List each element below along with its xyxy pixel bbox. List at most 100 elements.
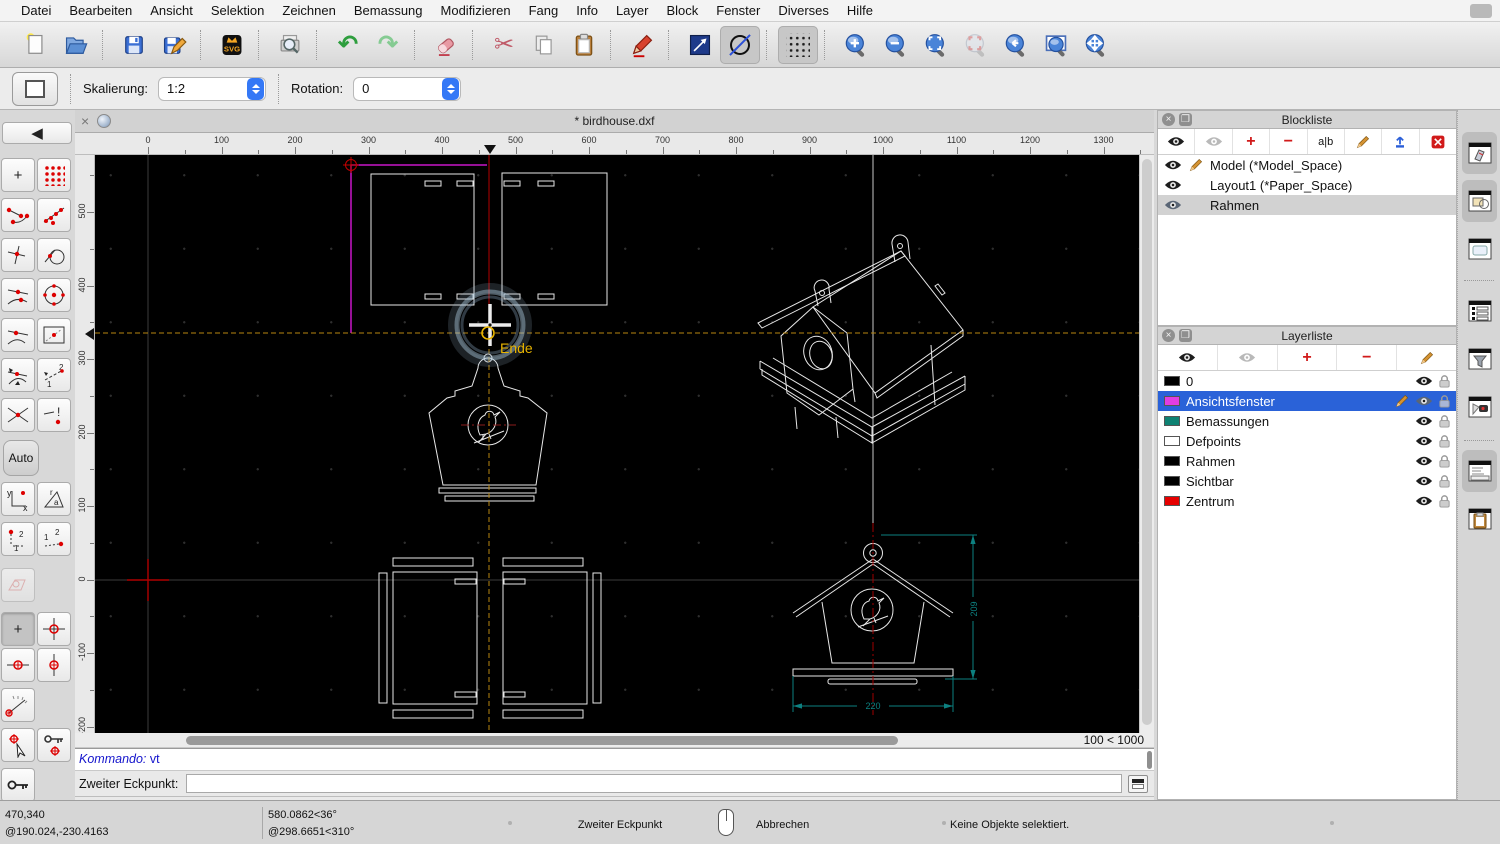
zoom-out-button[interactable]	[876, 26, 916, 64]
vertical-scrollbar-thumb[interactable]	[1142, 159, 1152, 725]
snap-endpoints-button[interactable]	[1, 198, 35, 232]
menu-fenster[interactable]: Fenster	[707, 3, 769, 18]
previous-view-button[interactable]	[996, 26, 1036, 64]
layer-visible-eye-icon[interactable]	[1415, 455, 1433, 467]
hide-all-layers-button[interactable]	[1218, 345, 1278, 370]
layer-item-ansichtsfenster[interactable]: Ansichtsfenster	[1158, 391, 1456, 411]
layer-item-rahmen[interactable]: Rahmen	[1158, 451, 1456, 471]
menu-block[interactable]: Block	[657, 3, 707, 18]
layer-item-sichtbar[interactable]: Sichtbar	[1158, 471, 1456, 491]
layer-visible-eye-icon[interactable]	[1415, 415, 1433, 427]
snap-points-button[interactable]	[37, 198, 71, 232]
edit-block-button[interactable]	[1345, 129, 1383, 154]
horizontal-scrollbar[interactable]: 100 < 1000	[75, 733, 1154, 748]
rename-block-button[interactable]: a|b	[1308, 129, 1345, 154]
paste-button[interactable]	[564, 26, 604, 64]
snap-tangent-button[interactable]	[37, 238, 71, 272]
line-tool-button[interactable]	[680, 26, 720, 64]
lock-icon[interactable]	[1438, 494, 1451, 509]
restrict-both-button[interactable]	[37, 612, 71, 646]
block-item-model-model-space-[interactable]: Model (*Model_Space)	[1158, 155, 1456, 175]
open-file-button[interactable]	[56, 26, 96, 64]
close-panel-icon[interactable]: ×	[1162, 113, 1175, 126]
layer-item-defpoints[interactable]: Defpoints	[1158, 431, 1456, 451]
drawing-preferences-button[interactable]	[622, 26, 662, 64]
layer-visible-eye-icon[interactable]	[1415, 395, 1433, 407]
rotation-combobox[interactable]: 0	[353, 76, 462, 101]
block-item-layout1-paper-space-[interactable]: Layout1 (*Paper_Space)	[1158, 175, 1456, 195]
lock-snap-button[interactable]	[1, 768, 35, 802]
new-file-button[interactable]	[16, 26, 56, 64]
dock-view-list-button[interactable]	[1462, 228, 1497, 270]
dock-layer-list-button[interactable]	[1462, 180, 1497, 222]
horizontal-scrollbar-thumb[interactable]	[186, 736, 898, 745]
menu-fang[interactable]: Fang	[520, 3, 568, 18]
menu-bemassung[interactable]: Bemassung	[345, 3, 432, 18]
viewport-tool-button[interactable]	[12, 71, 58, 106]
relative-cartesian-button[interactable]: 12	[1, 522, 35, 556]
hide-all-blocks-button[interactable]	[1195, 129, 1233, 154]
cut-button[interactable]: ✂	[484, 26, 524, 64]
snap-distance-button[interactable]: 12	[37, 358, 71, 392]
dock-command-line-button[interactable]	[1462, 450, 1497, 492]
remove-layer-button[interactable]: −	[1337, 345, 1398, 370]
menu-datei[interactable]: Datei	[12, 3, 60, 18]
menu-bearbeiten[interactable]: Bearbeiten	[60, 3, 141, 18]
edit-layer-button[interactable]	[1397, 345, 1456, 370]
menu-zeichnen[interactable]: Zeichnen	[273, 3, 344, 18]
dock-block-list-button[interactable]	[1462, 132, 1497, 174]
layer-item-bemassungen[interactable]: Bemassungen	[1158, 411, 1456, 431]
command-history-scrollbar[interactable]	[1147, 751, 1152, 769]
lock-icon[interactable]	[1438, 454, 1451, 469]
svg-export-button[interactable]: SVG	[212, 26, 252, 64]
snap-on-entity-button[interactable]	[1, 318, 35, 352]
copy-button[interactable]	[524, 26, 564, 64]
menu-ansicht[interactable]: Ansicht	[141, 3, 202, 18]
layer-visible-eye-icon[interactable]	[1415, 475, 1433, 487]
stepper-icon[interactable]	[442, 77, 460, 100]
pan-button[interactable]	[1076, 26, 1116, 64]
layer-visible-eye-icon[interactable]	[1415, 375, 1433, 387]
snap-middle-button[interactable]	[1, 278, 35, 312]
ellipse-tool-button[interactable]	[720, 25, 760, 64]
snap-perpendicular-button[interactable]	[1, 238, 35, 272]
snap-auto-button[interactable]: Auto	[3, 440, 39, 476]
lock-icon[interactable]	[1438, 374, 1451, 389]
drawing-canvas[interactable]: 220 209 Ende	[95, 155, 1139, 733]
block-item-rahmen[interactable]: Rahmen	[1158, 195, 1456, 215]
set-relative-zero-button[interactable]	[1, 728, 35, 762]
restrict-vertical-button[interactable]	[37, 648, 71, 682]
command-window-button[interactable]	[1128, 774, 1148, 793]
save-button[interactable]	[114, 26, 154, 64]
menu-selektion[interactable]: Selektion	[202, 3, 273, 18]
show-all-blocks-button[interactable]	[1158, 129, 1196, 154]
menu-info[interactable]: Info	[567, 3, 607, 18]
close-panel-icon[interactable]: ×	[1162, 329, 1175, 342]
relative-polar-button[interactable]: 12	[37, 522, 71, 556]
dock-relative-zero-button[interactable]	[1462, 386, 1497, 428]
grid-toggle-button[interactable]	[778, 25, 818, 64]
vertical-scrollbar[interactable]	[1139, 155, 1154, 733]
lock-icon[interactable]	[1438, 434, 1451, 449]
coordinate-polar-button[interactable]: ra	[37, 482, 71, 516]
add-layer-button[interactable]: +	[1278, 345, 1338, 370]
snap-intersection-manual-button[interactable]: !	[37, 398, 71, 432]
snap-intersection-button[interactable]	[1, 398, 35, 432]
delete-button[interactable]	[426, 26, 466, 64]
layer-visible-eye-icon[interactable]	[1415, 495, 1433, 507]
coordinate-xy-button[interactable]: yx	[1, 482, 35, 516]
zoom-window-button[interactable]	[1036, 26, 1076, 64]
scale-combobox[interactable]: 1:2	[158, 76, 267, 101]
layer-item-0[interactable]: 0	[1158, 371, 1456, 391]
auto-zoom-button[interactable]	[916, 26, 956, 64]
dock-clipboard-button[interactable]	[1462, 498, 1497, 540]
print-preview-button[interactable]	[270, 26, 310, 64]
lock-icon[interactable]	[1438, 394, 1451, 409]
command-input[interactable]	[186, 774, 1122, 793]
purge-block-button[interactable]	[1420, 129, 1456, 154]
lock-icon[interactable]	[1438, 414, 1451, 429]
detach-panel-icon[interactable]: ❐	[1179, 329, 1192, 342]
menu-layer[interactable]: Layer	[607, 3, 658, 18]
stepper-icon[interactable]	[247, 77, 265, 100]
restrict-horizontal-button[interactable]	[1, 648, 35, 682]
